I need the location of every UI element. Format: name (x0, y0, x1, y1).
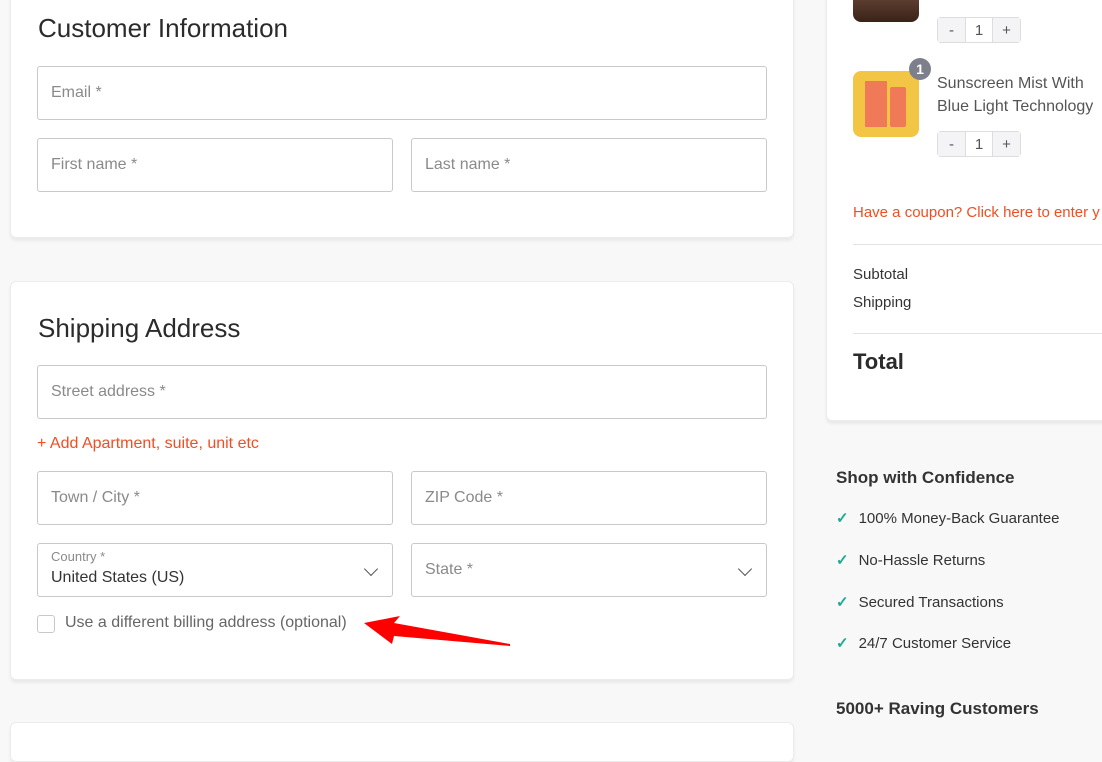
quantity-value[interactable]: 1 (965, 132, 993, 156)
check-icon: ✓ (836, 552, 849, 569)
last-name-placeholder: Last name * (425, 156, 511, 173)
zip-field[interactable]: ZIP Code * (411, 471, 767, 525)
email-placeholder: Email * (51, 84, 102, 101)
confidence-item: ✓ No-Hassle Returns (836, 551, 985, 569)
product-name: Sunscreen Mist With Blue Light Technolog… (937, 75, 1094, 115)
confidence-item: ✓ 24/7 Customer Service (836, 634, 1011, 652)
customers-title: 5000+ Raving Customers (836, 699, 1039, 718)
add-apartment-link[interactable]: + Add Apartment, suite, unit etc (37, 435, 259, 453)
check-icon: ✓ (836, 510, 849, 527)
billing-checkbox-label[interactable]: Use a different billing address (optiona… (65, 614, 347, 632)
state-select[interactable]: State * (411, 543, 767, 597)
quantity-value[interactable]: 1 (965, 18, 993, 42)
city-placeholder: Town / City * (51, 489, 140, 506)
decrease-button[interactable]: - (938, 132, 965, 156)
confidence-item-label: Secured Transactions (858, 594, 1004, 611)
divider (853, 333, 1102, 334)
check-icon: ✓ (836, 635, 849, 652)
confidence-title: Shop with Confidence (836, 468, 1015, 487)
confidence-item-label: 24/7 Customer Service (858, 635, 1012, 652)
increase-button[interactable]: + (993, 18, 1020, 42)
shipping-title: Shipping Address (38, 313, 241, 343)
annotation-arrow-icon (364, 616, 510, 646)
confidence-item-label: 100% Money-Back Guarantee (858, 510, 1060, 527)
decrease-button[interactable]: - (938, 18, 965, 42)
coupon-link[interactable]: Have a coupon? Click here to enter y (853, 204, 1100, 221)
next-section-card (10, 722, 794, 762)
country-value: United States (US) (51, 569, 185, 586)
quantity-badge: 1 (909, 58, 931, 80)
billing-checkbox[interactable] (37, 615, 55, 633)
country-label: Country * (51, 549, 106, 564)
city-field[interactable]: Town / City * (37, 471, 393, 525)
check-icon: ✓ (836, 594, 849, 611)
product-image (853, 0, 919, 22)
confidence-item: ✓ Secured Transactions (836, 593, 1004, 611)
divider (853, 244, 1102, 245)
state-placeholder: State * (425, 561, 474, 578)
quantity-stepper[interactable]: -1 + (937, 17, 1021, 43)
confidence-item: ✓ 100% Money-Back Guarantee (836, 509, 1060, 527)
email-field[interactable]: Email * (37, 66, 767, 120)
product-image (853, 71, 919, 137)
zip-placeholder: ZIP Code * (425, 489, 503, 506)
quantity-stepper[interactable]: -1 + (937, 131, 1021, 157)
increase-button[interactable]: + (993, 132, 1020, 156)
chevron-down-icon (363, 561, 379, 577)
chevron-down-icon (737, 561, 753, 577)
subtotal-label: Subtotal (853, 266, 909, 283)
confidence-item-label: No-Hassle Returns (858, 552, 986, 569)
customer-info-title: Customer Information (38, 13, 288, 43)
last-name-field[interactable]: Last name * (411, 138, 767, 192)
street-address-field[interactable]: Street address * (37, 365, 767, 419)
country-select[interactable]: Country * United States (US) (37, 543, 393, 597)
total-label: Total (853, 349, 904, 374)
shipping-label: Shipping (853, 294, 912, 311)
street-placeholder: Street address * (51, 383, 166, 400)
first-name-field[interactable]: First name * (37, 138, 393, 192)
first-name-placeholder: First name * (51, 156, 138, 173)
